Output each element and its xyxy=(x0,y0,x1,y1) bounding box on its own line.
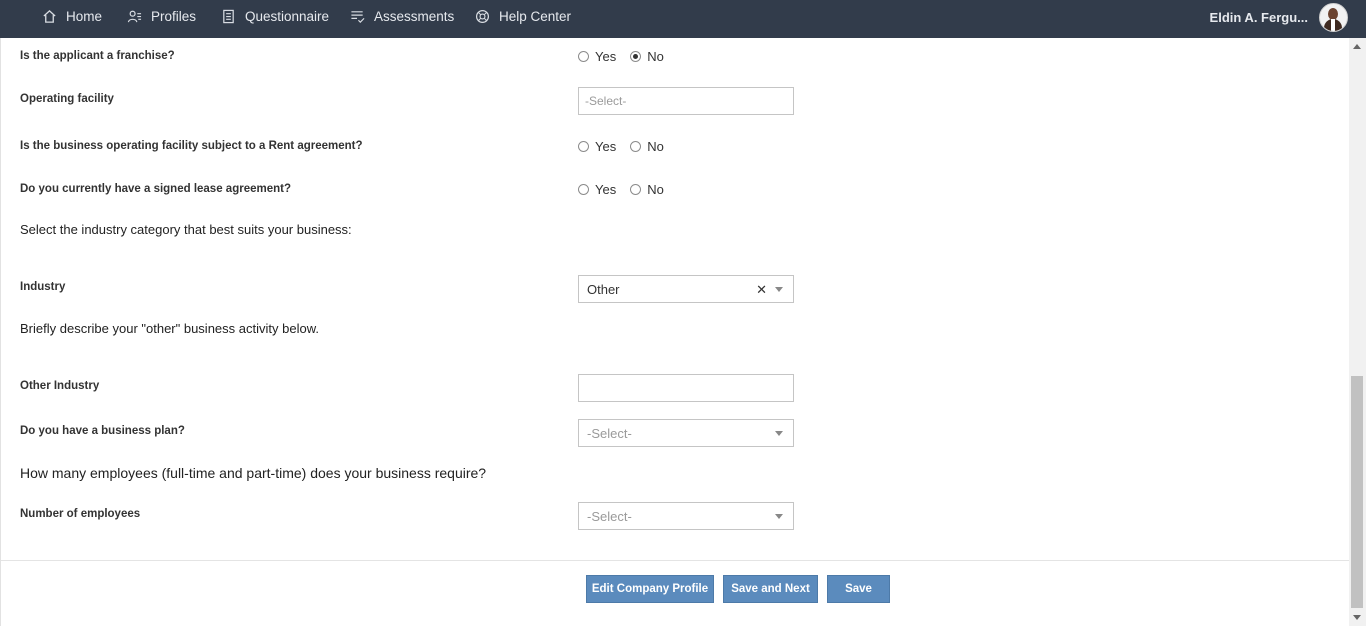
other-industry-label: Other Industry xyxy=(20,380,100,392)
rent-agreement-yes-radio[interactable]: Yes xyxy=(578,139,616,154)
profiles-icon xyxy=(127,10,142,22)
radio-unchecked-icon xyxy=(578,51,589,62)
radio-unchecked-icon xyxy=(578,141,589,152)
nav-questionnaire[interactable]: Questionnaire xyxy=(221,0,329,32)
scroll-down-arrow-icon[interactable] xyxy=(1353,615,1361,620)
scroll-up-arrow-icon[interactable] xyxy=(1353,44,1361,49)
lease-agreement-yes-radio[interactable]: Yes xyxy=(578,182,616,197)
top-navigation-bar: Home Profiles Questionnaire Assessments … xyxy=(0,0,1366,38)
chevron-down-icon xyxy=(775,514,783,519)
nav-help-center-label: Help Center xyxy=(499,8,572,24)
employees-heading: How many employees (full-time and part-t… xyxy=(20,465,487,481)
form-content: Is the applicant a franchise? Yes No Ope… xyxy=(0,38,1350,626)
franchise-no-radio[interactable]: No xyxy=(630,49,664,64)
num-employees-select[interactable]: -Select- xyxy=(578,502,794,530)
radio-label-no: No xyxy=(647,139,664,154)
radio-unchecked-icon xyxy=(630,141,642,152)
lease-agreement-radio-group: Yes No xyxy=(578,182,678,197)
help-center-icon xyxy=(475,9,490,23)
user-menu[interactable]: Eldin A. Fergu... xyxy=(1210,3,1348,32)
radio-label-yes: Yes xyxy=(595,49,617,64)
franchise-radio-group: Yes No xyxy=(578,49,678,64)
industry-select[interactable]: Other ✕ xyxy=(578,275,794,303)
franchise-label: Is the applicant a franchise? xyxy=(20,50,175,62)
nav-questionnaire-label: Questionnaire xyxy=(245,8,330,24)
footer-divider xyxy=(1,560,1350,561)
chevron-down-icon xyxy=(775,287,783,292)
radio-label-yes: Yes xyxy=(595,182,617,197)
nav-home-label: Home xyxy=(66,8,103,24)
radio-unchecked-icon xyxy=(578,184,589,195)
nav-profiles-label: Profiles xyxy=(151,8,197,24)
operating-facility-select[interactable]: -Select- xyxy=(578,87,794,115)
rent-agreement-label: Is the business operating facility subje… xyxy=(20,140,363,152)
avatar xyxy=(1319,3,1348,32)
user-name: Eldin A. Fergu... xyxy=(1209,10,1308,25)
num-employees-label: Number of employees xyxy=(20,508,141,520)
radio-label-yes: Yes xyxy=(595,139,617,154)
num-employees-value: -Select- xyxy=(587,508,632,524)
radio-checked-icon xyxy=(630,51,642,62)
franchise-yes-radio[interactable]: Yes xyxy=(578,49,616,64)
business-plan-value: -Select- xyxy=(587,425,632,441)
lease-agreement-no-radio[interactable]: No xyxy=(630,182,664,197)
scrollbar-thumb[interactable] xyxy=(1351,376,1363,608)
edit-company-profile-button[interactable]: Edit Company Profile xyxy=(586,575,714,603)
industry-heading: Select the industry category that best s… xyxy=(20,222,352,237)
clear-icon[interactable]: ✕ xyxy=(756,282,767,298)
industry-label: Industry xyxy=(20,281,66,293)
rent-agreement-no-radio[interactable]: No xyxy=(630,139,664,154)
assessments-icon xyxy=(351,10,365,23)
business-plan-label: Do you have a business plan? xyxy=(20,425,185,437)
industry-value: Other xyxy=(587,281,620,297)
business-plan-select[interactable]: -Select- xyxy=(578,419,794,447)
rent-agreement-radio-group: Yes No xyxy=(578,139,678,154)
questionnaire-icon xyxy=(223,9,234,23)
other-industry-input[interactable] xyxy=(578,374,794,402)
nav-help-center[interactable]: Help Center xyxy=(475,0,571,32)
radio-label-no: No xyxy=(647,49,664,64)
vertical-scrollbar[interactable] xyxy=(1349,38,1366,626)
operating-facility-placeholder: -Select- xyxy=(585,94,627,108)
radio-unchecked-icon xyxy=(630,184,642,195)
save-and-next-button[interactable]: Save and Next xyxy=(723,575,818,603)
home-icon xyxy=(43,9,56,23)
operating-facility-label: Operating facility xyxy=(20,93,114,105)
save-button[interactable]: Save xyxy=(827,575,890,603)
lease-agreement-label: Do you currently have a signed lease agr… xyxy=(20,183,291,195)
radio-label-no: No xyxy=(647,182,664,197)
other-activity-heading: Briefly describe your "other" business a… xyxy=(20,321,319,336)
nav-assessments-label: Assessments xyxy=(374,8,455,24)
chevron-down-icon xyxy=(775,431,783,436)
nav-assessments[interactable]: Assessments xyxy=(350,0,454,32)
nav-profiles[interactable]: Profiles xyxy=(127,0,196,32)
nav-home[interactable]: Home xyxy=(42,0,102,32)
